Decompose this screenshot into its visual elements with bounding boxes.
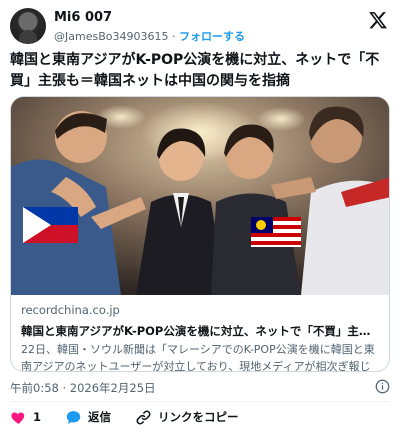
card-image [11, 97, 389, 295]
card-meta: recordchina.co.jp 韓国と東南アジアがK-POP公演を機に対立、… [21, 303, 381, 372]
reply-button[interactable]: 返信 [65, 409, 111, 426]
tweet-text: 韓国と東南アジアがK-POP公演を機に対立、ネットで「不買」主張も＝韓国ネットは… [10, 52, 380, 89]
reply-label: 返信 [88, 410, 112, 424]
author-name[interactable]: Mi6 007 [54, 10, 112, 25]
author-handle-row: @JamesBo34903615 · フォローする [54, 28, 245, 44]
follow-button[interactable]: フォローする [179, 30, 245, 43]
copy-link-label: リンクをコピー [158, 410, 239, 424]
speech-bubble-icon [66, 410, 81, 424]
card-description: 22日、韓国・ソウル新聞は「マレーシアでのK-POP公演を機に韓国と東南アジアの… [21, 343, 375, 372]
like-count: 1 [33, 410, 42, 424]
like-button[interactable]: 1 [10, 409, 41, 426]
x-logo-icon[interactable] [368, 10, 388, 30]
card-domain: recordchina.co.jp [21, 303, 120, 317]
divider [10, 401, 390, 402]
separator: · [171, 30, 176, 43]
action-bar: 1 返信 リンクをコピー [10, 406, 263, 428]
copy-link-button[interactable]: リンクをコピー [135, 409, 239, 426]
tweet-timestamp[interactable]: 午前0:58 · 2026年2月25日 [10, 380, 156, 396]
author-handle[interactable]: @JamesBo34903615 [54, 30, 168, 43]
avatar[interactable] [10, 8, 46, 44]
info-icon[interactable] [375, 379, 390, 394]
heart-icon [11, 412, 25, 424]
link-icon [136, 410, 151, 424]
link-card[interactable]: recordchina.co.jp 韓国と東南アジアがK-POP公演を機に対立、… [10, 96, 390, 372]
tweet-header: Mi6 007 @JamesBo34903615 · フォローする [8, 6, 392, 46]
card-title[interactable]: 韓国と東南アジアがK-POP公演を機に対立、ネットで「不買」主張も＝韓国... [21, 323, 381, 340]
